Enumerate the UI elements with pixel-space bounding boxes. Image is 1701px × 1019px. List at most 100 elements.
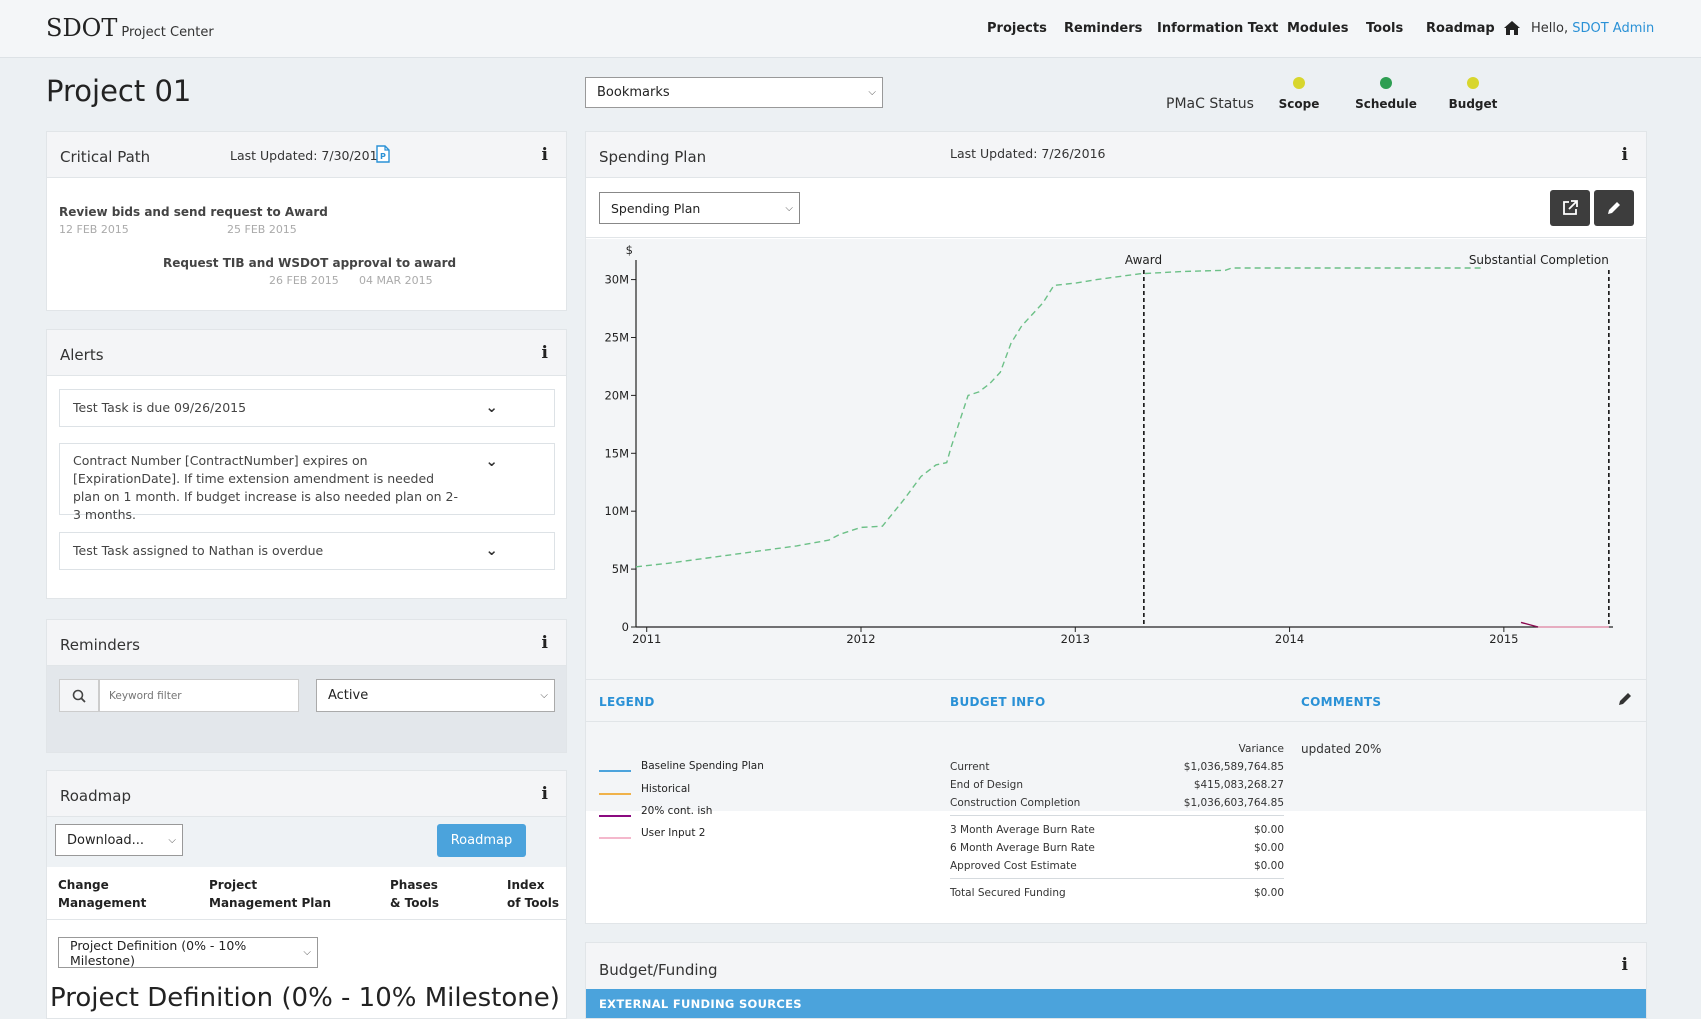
roadmap-col-line: Management — [58, 896, 147, 910]
chevron-down-icon[interactable]: ⌄ — [485, 452, 498, 470]
budget-value: $1,036,603,764.85 — [1183, 797, 1284, 809]
x-tick-label: 2013 — [1061, 632, 1090, 646]
reminder-status-select[interactable]: Active ⌵ — [316, 679, 555, 712]
edit-chart-button[interactable] — [1594, 190, 1634, 226]
roadmap-col-phases-tools[interactable]: Phases & Tools — [390, 876, 439, 912]
cp-task-name: Review bids and send request to Award — [59, 205, 328, 219]
open-external-button[interactable] — [1550, 190, 1590, 226]
info-icon[interactable]: i — [542, 784, 548, 804]
budget-value: $0.00 — [1253, 824, 1284, 836]
spending-plan-chart: $0 5M 10M 15M 20M 25M 30M 2011 2012 2013 2014 2015 A… — [604, 243, 1613, 646]
roadmap-col-line: Phases — [390, 878, 438, 892]
y-tick-label: 25M — [604, 330, 629, 344]
alert-item[interactable]: Test Task is due 09/26/2015 ⌄ — [59, 389, 555, 427]
logo-text: SDOT — [46, 14, 118, 42]
phase-select[interactable]: Project Definition (0% - 10% Milestone) … — [58, 937, 318, 968]
milestone-label: Award — [1125, 253, 1162, 267]
nav-reminders[interactable]: Reminders — [1064, 21, 1142, 36]
budget-value: $0.00 — [1253, 842, 1284, 854]
divider — [950, 878, 1284, 879]
bookmarks-select[interactable]: Bookmarks ⌵ — [585, 77, 883, 108]
chevron-down-icon[interactable]: ⌄ — [485, 541, 498, 559]
info-icon[interactable]: i — [1622, 145, 1628, 165]
critical-path-panel: Critical Path Last Updated: 7/30/2015 P … — [46, 131, 567, 311]
comment-text: updated 20% — [1301, 742, 1382, 756]
y-tick-label: 5M — [612, 562, 629, 576]
variance-label: Variance — [1238, 743, 1284, 755]
keyword-filter-input[interactable] — [99, 679, 299, 712]
budget-label: Current — [950, 761, 990, 773]
legend-header: LEGEND — [599, 695, 655, 709]
status-dot-schedule — [1380, 77, 1392, 89]
budget-funding-panel: Budget/Funding i EXTERNAL FUNDING SOURCE… — [585, 942, 1647, 1019]
status-budget: Budget — [1433, 77, 1513, 111]
status-dot-budget — [1467, 77, 1479, 89]
info-icon[interactable]: i — [542, 145, 548, 165]
status-schedule: Schedule — [1346, 77, 1426, 111]
info-icon[interactable]: i — [1622, 955, 1628, 975]
chevron-down-icon: ⌵ — [303, 947, 311, 958]
y-tick-label: 20M — [604, 388, 629, 402]
phase-heading: Project Definition (0% - 10% Milestone) — [50, 983, 560, 1013]
roadmap-col-index-of-tools[interactable]: Index of Tools — [507, 876, 559, 912]
search-button[interactable] — [59, 679, 99, 712]
budget-label: Approved Cost Estimate — [950, 860, 1077, 872]
budget-label: End of Design — [950, 779, 1024, 791]
spending-plan-title: Spending Plan — [599, 148, 707, 166]
nav-information-text[interactable]: Information Text — [1157, 21, 1278, 36]
cp-task-start: 12 FEB 2015 — [59, 223, 129, 236]
budget-label: 6 Month Average Burn Rate — [950, 842, 1095, 854]
chevron-down-icon: ⌵ — [868, 87, 876, 98]
series-line — [1520, 621, 1539, 628]
status-budget-label: Budget — [1448, 97, 1498, 111]
download-select[interactable]: Download... ⌵ — [55, 824, 183, 856]
legend-item: Historical — [641, 783, 691, 795]
phase-select-value: Project Definition (0% - 10% Milestone) — [70, 937, 247, 968]
nav-projects[interactable]: Projects — [987, 21, 1047, 36]
nav-modules[interactable]: Modules — [1287, 21, 1348, 36]
info-icon[interactable]: i — [542, 343, 548, 363]
roadmap-button[interactable]: Roadmap — [437, 824, 526, 857]
cp-task-end: 04 MAR 2015 — [359, 274, 433, 287]
roadmap-col-line: Index — [507, 878, 545, 892]
nav-tools[interactable]: Tools — [1366, 21, 1403, 36]
alerts-title: Alerts — [60, 346, 104, 364]
user-greeting: Hello, SDOT Admin — [1531, 21, 1654, 36]
nav-roadmap[interactable]: Roadmap — [1426, 21, 1495, 36]
pmac-status-label: PMaC Status — [1166, 96, 1254, 112]
legend-swatch — [599, 770, 631, 772]
alert-text: Test Task is due 09/26/2015 — [73, 400, 247, 415]
status-schedule-label: Schedule — [1355, 97, 1417, 111]
edit-comments-icon[interactable] — [1617, 691, 1633, 707]
top-navbar: SDOT Project Center Projects Reminders In… — [0, 0, 1701, 58]
cp-task-end: 25 FEB 2015 — [227, 223, 297, 236]
chevron-down-icon[interactable]: ⌄ — [485, 398, 498, 416]
alert-item[interactable]: Contract Number [ContractNumber] expires… — [59, 443, 555, 522]
alert-item[interactable]: Test Task assigned to Nathan is overdue … — [59, 532, 555, 570]
x-tick-label: 2011 — [632, 632, 661, 646]
budget-label: 3 Month Average Burn Rate — [950, 824, 1095, 836]
roadmap-col-project-management-plan[interactable]: Project Management Plan — [209, 876, 331, 912]
search-icon — [72, 689, 86, 703]
spending-view-select[interactable]: Spending Plan ⌵ — [599, 192, 800, 224]
external-funding-bar[interactable]: EXTERNAL FUNDING SOURCES — [586, 989, 1646, 1018]
cp-task-name: Request TIB and WSDOT approval to award — [163, 256, 457, 270]
svg-text:P: P — [380, 152, 386, 161]
home-icon[interactable] — [1503, 20, 1521, 36]
user-link[interactable]: SDOT Admin — [1572, 21, 1654, 36]
reminders-panel: Reminders i Active ⌵ — [46, 619, 567, 753]
legend-item: User Input 2 — [641, 827, 706, 839]
roadmap-col-line: & Tools — [390, 896, 439, 910]
legend-swatch — [599, 815, 631, 817]
pencil-icon — [1608, 202, 1620, 214]
pdf-report-icon[interactable]: P — [375, 145, 391, 163]
app-logo[interactable]: SDOT Project Center — [46, 14, 214, 42]
roadmap-title: Roadmap — [60, 787, 131, 805]
chevron-down-icon: ⌵ — [785, 202, 793, 214]
divider — [950, 815, 1284, 816]
budget-label: Total Secured Funding — [950, 887, 1066, 899]
info-icon[interactable]: i — [542, 633, 548, 653]
roadmap-col-change-management[interactable]: Change Management — [58, 876, 146, 912]
alerts-panel: Alerts i Test Task is due 09/26/2015 ⌄ C… — [46, 329, 567, 599]
reminder-status-value: Active — [328, 688, 369, 703]
